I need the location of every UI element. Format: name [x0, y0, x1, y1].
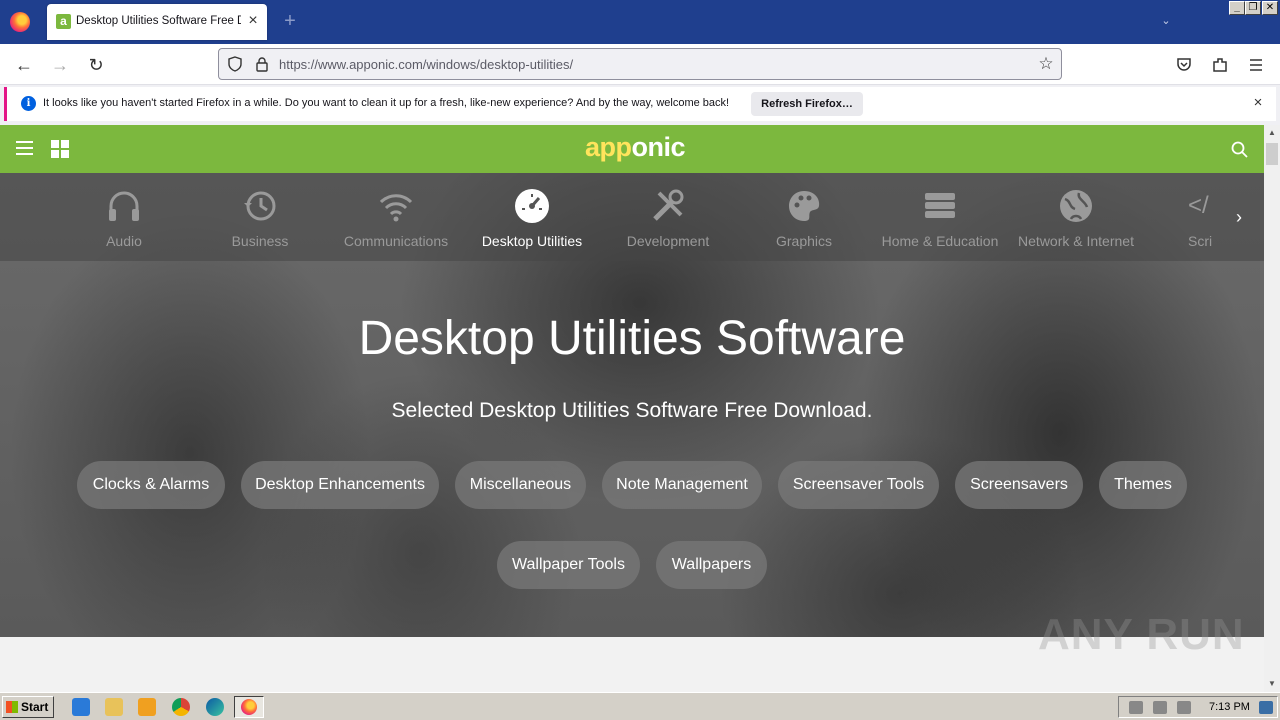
subcategory-chip[interactable]: Note Management [602, 461, 762, 509]
category-label: Development [626, 233, 710, 249]
windows-platform-icon[interactable] [51, 140, 69, 158]
subcategory-chip[interactable]: Wallpaper Tools [497, 541, 640, 589]
reload-button[interactable]: ↻ [84, 53, 108, 77]
address-bar[interactable]: https://www.apponic.com/windows/desktop-… [218, 48, 1062, 80]
edge-icon[interactable] [206, 698, 224, 716]
internet-explorer-icon[interactable] [72, 698, 90, 716]
minimize-button[interactable]: _ [1229, 1, 1245, 15]
logo-app: app [585, 132, 632, 162]
category-label: Communications [343, 233, 449, 249]
refresh-firefox-button[interactable]: Refresh Firefox… [751, 92, 863, 116]
wifi-icon [379, 194, 413, 222]
history-clock-icon [244, 191, 276, 221]
extensions-icon[interactable] [1211, 56, 1229, 74]
hero-section: Audio Business Communications Desktop Ut… [0, 173, 1264, 637]
subcategory-chip[interactable]: Clocks & Alarms [77, 461, 225, 509]
page-subtitle: Selected Desktop Utilities Software Free… [391, 399, 873, 422]
navigation-toolbar: ← → ↻ https://www.apponic.com/windows/de… [0, 44, 1280, 85]
globe-icon [1060, 190, 1092, 222]
category-label: Business [231, 233, 289, 249]
code-icon: </ [1188, 192, 1209, 219]
notification-close-icon[interactable]: × [1250, 95, 1266, 111]
back-button[interactable]: ← [12, 53, 36, 77]
new-tab-button[interactable]: + [280, 10, 300, 32]
taskbar-clock[interactable]: 7:13 PM [1209, 701, 1250, 713]
anyrun-watermark: ANY RUN [1038, 610, 1245, 659]
site-logo[interactable]: apponic [585, 132, 686, 163]
lock-icon[interactable] [255, 56, 269, 72]
file-explorer-icon[interactable] [105, 698, 123, 716]
volume-icon[interactable] [1129, 701, 1143, 714]
logo-onic: onic [631, 132, 686, 162]
subcategory-chip[interactable]: Themes [1099, 461, 1187, 509]
notification-message: It looks like you haven't started Firefo… [43, 97, 730, 109]
category-label: Desktop Utilities [481, 233, 583, 249]
scroll-up-icon[interactable]: ▲ [1264, 125, 1280, 141]
category-business[interactable]: Business [192, 187, 328, 251]
books-icon [925, 193, 955, 218]
subcategory-chip[interactable]: Wallpapers [656, 541, 767, 589]
subcategory-chip[interactable]: Miscellaneous [455, 461, 586, 509]
info-icon: i [21, 96, 36, 111]
category-desktop-utilities[interactable]: Desktop Utilities [464, 187, 600, 251]
category-home-education[interactable]: Home & Education [872, 187, 1008, 251]
category-label: Graphics [775, 233, 833, 249]
category-audio[interactable]: Audio [56, 187, 192, 251]
headphones-icon [109, 191, 139, 221]
subcategory-chip[interactable]: Screensavers [955, 461, 1083, 509]
windows-taskbar: Start 7:13 PM [0, 692, 1280, 720]
category-label: Network & Internet [1018, 233, 1134, 249]
firefox-icon [241, 699, 257, 715]
hamburger-menu-icon[interactable] [16, 141, 33, 155]
page-viewport: apponic Audio Business Communications De… [0, 125, 1264, 692]
browser-tab[interactable]: a Desktop Utilities Software Free Do × [47, 4, 267, 40]
category-label: Audio [106, 233, 142, 249]
category-communications[interactable]: Communications [328, 187, 464, 251]
start-label: Start [21, 700, 49, 714]
chrome-icon[interactable] [172, 698, 190, 716]
network-icon[interactable] [1153, 701, 1167, 714]
category-development[interactable]: Development [600, 187, 736, 251]
windows-flag-icon [6, 701, 18, 713]
tab-close-icon[interactable]: × [245, 12, 261, 30]
close-window-button[interactable]: ✕ [1262, 1, 1278, 15]
scroll-thumb[interactable] [1266, 143, 1278, 165]
category-label: Home & Education [881, 233, 999, 249]
category-next-arrow-icon[interactable]: › [1230, 207, 1248, 227]
restore-button[interactable]: ❐ [1245, 1, 1261, 15]
category-label: Scri [1188, 233, 1213, 249]
search-icon[interactable] [1231, 141, 1248, 158]
apponic-favicon-icon: a [56, 14, 71, 29]
action-center-flag-icon[interactable] [1177, 701, 1191, 714]
tracking-shield-icon[interactable] [227, 56, 243, 72]
category-graphics[interactable]: Graphics [736, 187, 872, 251]
bookmark-star-icon[interactable]: ☆ [1037, 55, 1055, 73]
tab-title: Desktop Utilities Software Free Do [76, 15, 241, 27]
speedometer-icon [515, 189, 549, 223]
tools-icon [653, 189, 684, 221]
app-menu-icon[interactable] [1247, 56, 1265, 74]
site-header: apponic [0, 125, 1264, 173]
url-text[interactable]: https://www.apponic.com/windows/desktop-… [279, 57, 573, 72]
page-title: Desktop Utilities Software [358, 312, 906, 365]
browser-titlebar: a Desktop Utilities Software Free Do × +… [0, 0, 1280, 44]
subcategory-chip[interactable]: Desktop Enhancements [241, 461, 439, 509]
firefox-logo-icon[interactable] [10, 12, 30, 32]
start-button[interactable]: Start [2, 696, 54, 718]
firefox-taskbar-button[interactable] [234, 696, 264, 718]
system-tray: 7:13 PM [1118, 696, 1278, 718]
list-all-tabs-icon[interactable]: ⌄ [1158, 14, 1174, 28]
notification-bar: i It looks like you haven't started Fire… [4, 87, 1276, 121]
page-scrollbar[interactable]: ▲ ▼ [1264, 125, 1280, 692]
subcategory-chip[interactable]: Screensaver Tools [778, 461, 939, 509]
pocket-icon[interactable] [1175, 56, 1193, 74]
scroll-down-icon[interactable]: ▼ [1264, 676, 1280, 692]
category-bar: Audio Business Communications Desktop Ut… [0, 173, 1264, 261]
palette-icon [789, 191, 820, 221]
category-network-internet[interactable]: Network & Internet [1008, 187, 1144, 251]
media-player-icon[interactable] [138, 698, 156, 716]
show-desktop-icon[interactable] [1259, 701, 1273, 714]
forward-button[interactable]: → [48, 53, 72, 77]
